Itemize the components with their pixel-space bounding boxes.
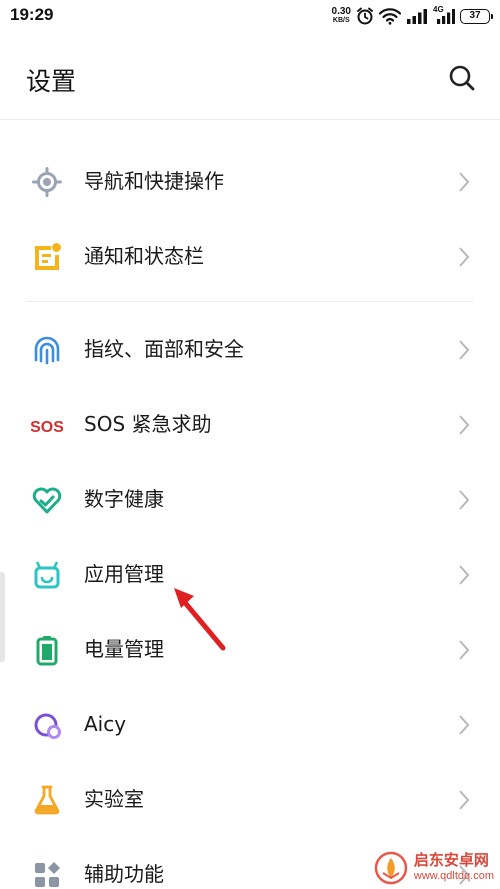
lab-icon [31, 784, 63, 816]
network-speed-value: 0.30 [331, 6, 351, 17]
fingerprint-icon [31, 334, 63, 366]
search-icon [449, 65, 475, 91]
battery-indicator: 37 [460, 8, 493, 24]
app-management-icon [31, 559, 63, 591]
settings-item-sos[interactable]: SOS SOS 紧急求助 [0, 387, 500, 462]
settings-item-label: 数字健康 [84, 487, 164, 511]
annotation-arrow-icon [174, 588, 226, 651]
section-divider [26, 301, 474, 302]
notification-icon [31, 241, 63, 273]
settings-item-label: 应用管理 [84, 562, 164, 586]
settings-item-lab[interactable]: 实验室 [0, 762, 500, 837]
watermark-name: 启东安卓网 [413, 851, 489, 869]
signal-icon [407, 9, 427, 24]
status-bar: 19:29 0.30 KB/S 4G 37 [0, 0, 500, 32]
chevron-right-icon [459, 565, 470, 585]
chevron-right-icon [459, 715, 470, 735]
settings-item-label: SOS 紧急求助 [84, 412, 212, 436]
status-icons: 0.30 KB/S 4G 37 [332, 4, 493, 28]
settings-item-security[interactable]: 指纹、面部和安全 [0, 312, 500, 387]
edge-panel-handle[interactable] [0, 572, 5, 662]
signal-4g: 4G [433, 5, 455, 24]
wifi-icon [379, 8, 401, 25]
battery-icon [31, 634, 63, 666]
chevron-right-icon [459, 490, 470, 510]
watermark: 启东安卓网 www.qdltdq.com [374, 851, 494, 885]
settings-item-label: 通知和状态栏 [84, 244, 204, 268]
aicy-icon [31, 709, 63, 741]
settings-item-label: 电量管理 [84, 637, 164, 661]
settings-item-label: 实验室 [84, 787, 144, 811]
accessibility-icon [31, 859, 63, 889]
search-button[interactable] [444, 60, 480, 96]
settings-item-label: 指纹、面部和安全 [84, 337, 244, 361]
digital-wellbeing-icon [31, 484, 63, 516]
watermark-url: www.qdltdq.com [413, 870, 494, 882]
navigation-icon [31, 166, 63, 198]
alarm-icon [357, 7, 373, 25]
settings-item-digital-wellbeing[interactable]: 数字健康 [0, 462, 500, 537]
sos-icon: SOS [31, 409, 63, 441]
network-speed: 0.30 KB/S [332, 7, 351, 25]
settings-item-battery[interactable]: 电量管理 [0, 612, 500, 687]
svg-text:SOS: SOS [31, 419, 63, 436]
chevron-right-icon [459, 172, 470, 192]
chevron-right-icon [459, 415, 470, 435]
settings-item-label: Aicy [84, 712, 127, 736]
settings-item-navigation[interactable]: 导航和快捷操作 [0, 144, 500, 219]
network-type: 4G [433, 5, 444, 14]
network-speed-unit: KB/S [332, 17, 350, 24]
app-header: 设置 [0, 40, 500, 120]
chevron-right-icon [459, 340, 470, 360]
settings-item-label: 导航和快捷操作 [84, 169, 224, 193]
settings-item-app-management[interactable]: 应用管理 [0, 537, 500, 612]
page-title: 设置 [26, 67, 77, 96]
watermark-logo-icon [374, 851, 408, 885]
status-time: 19:29 [10, 5, 54, 24]
settings-item-notifications[interactable]: 通知和状态栏 [0, 219, 500, 294]
chevron-right-icon [459, 640, 470, 660]
chevron-right-icon [459, 247, 470, 267]
chevron-right-icon [459, 790, 470, 810]
settings-item-label: 辅助功能 [84, 862, 164, 886]
settings-item-aicy[interactable]: Aicy [0, 687, 500, 762]
